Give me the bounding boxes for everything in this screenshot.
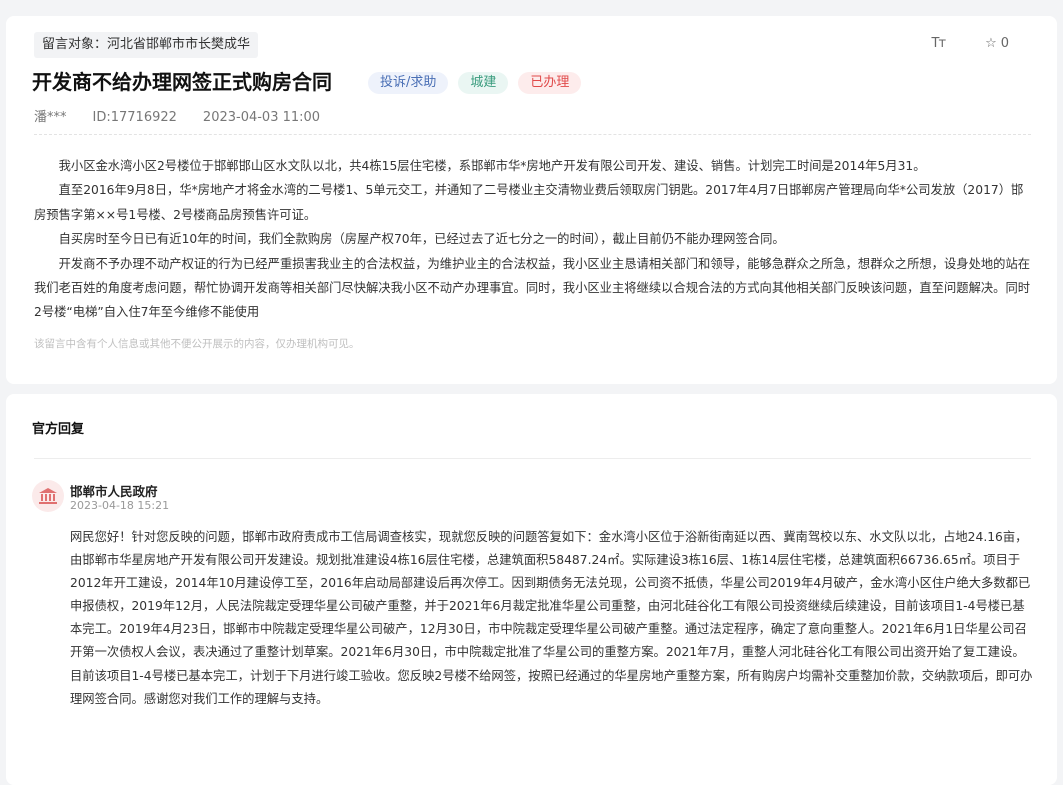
reply-datetime: 2023-04-18 15:21 [70, 499, 170, 512]
message-tools: Tт ☆ 0 [932, 36, 1009, 51]
official-reply-card: 官方回复 邯郸市人民政府 2023-04-18 15:21 网民您好！针对您反映… [6, 394, 1057, 785]
tag-list: 投诉/求助 城建 已办理 [368, 72, 582, 94]
reply-content: 网民您好！针对您反映的问题，邯郸市政府责成市工信局调查核实，现就您反映的问题答复… [70, 530, 1033, 706]
message-paragraph: 开发商不予办理不动产权证的行为已经严重损害我业主的合法权益，为维护业主的合法权益… [34, 256, 1031, 320]
government-building-icon [32, 480, 64, 512]
message-paragraph: 我小区金水湾小区2号楼位于邯郸邯山区水文队以北，共4栋15层住宅楼，系邯郸市华*… [58, 159, 926, 173]
message-meta: 潘*** ID:17716922 2023-04-03 11:00 [34, 108, 320, 128]
favorite-count: 0 [1000, 36, 1009, 51]
font-size-icon: Tт [931, 36, 946, 51]
star-icon: ☆ [985, 36, 997, 51]
author-name: 潘*** [34, 110, 67, 125]
field-tag: 城建 [458, 72, 509, 94]
font-size-button[interactable]: Tт [932, 36, 946, 51]
reply-section-title: 官方回复 [32, 422, 85, 437]
category-tag: 投诉/求助 [368, 72, 449, 94]
privacy-notice: 该留言中含有个人信息或其他不便公开展示的内容，仅办理机构可见。 [34, 338, 360, 350]
message-datetime: 2023-04-03 11:00 [202, 110, 321, 125]
divider [34, 134, 1031, 135]
message-card: 留言对象：河北省邯郸市市长樊成华 Tт ☆ 0 开发商不给办理网签正式购房合同 … [6, 16, 1057, 384]
favorite-button[interactable]: ☆ 0 [985, 36, 1009, 51]
divider [34, 458, 1031, 459]
message-id: ID:17716922 [92, 110, 177, 125]
message-target-label: 留言对象：河北省邯郸市市长樊成华 [34, 32, 259, 58]
message-paragraph: 自买房时至今日已有近10年的时间，我们全款购房（房屋产权70年，已经过去了近七分… [58, 232, 785, 247]
message-paragraph: 直至2016年9月8日，华*房地产才将金水湾的二号楼1、5单元交工，并通知了二号… [34, 183, 1024, 222]
status-badge: 已办理 [518, 72, 582, 94]
page-title: 开发商不给办理网签正式购房合同 [32, 70, 332, 94]
reply-org-name: 邯郸市人民政府 [70, 484, 158, 499]
message-content: 我小区金水湾小区2号楼位于邯郸邯山区水文队以北，共4栋15层住宅楼，系邯郸市华*… [34, 154, 1033, 325]
